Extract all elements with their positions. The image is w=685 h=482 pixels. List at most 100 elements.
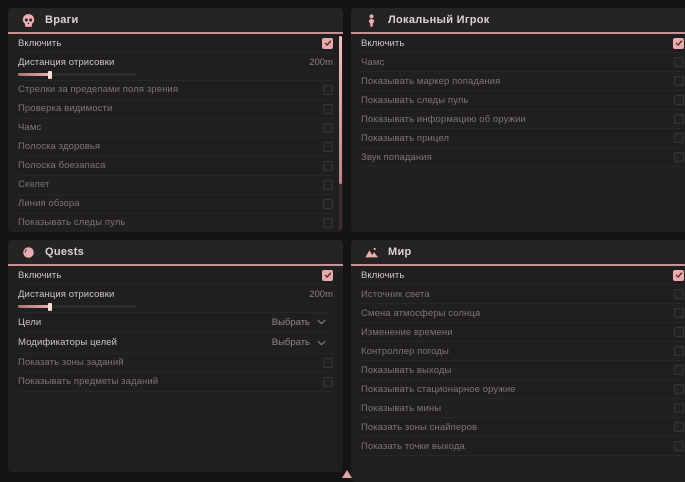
checkbox[interactable]	[674, 403, 684, 413]
checkbox[interactable]	[674, 365, 684, 375]
setting-label: Показать зоны заданий	[18, 357, 124, 368]
row-bullet-trails[interactable]: Показывать следы пуль	[18, 214, 333, 233]
setting-label: Включить	[361, 38, 404, 49]
row-chams[interactable]: Чамс	[18, 119, 333, 138]
dropdown[interactable]: Выбрать	[272, 337, 326, 348]
setting-label: Источник света	[361, 289, 430, 300]
row-sniper-zones[interactable]: Показать зоны снайперов	[361, 418, 684, 437]
row-render-distance[interactable]: Дистанция отрисовки200m	[18, 53, 333, 81]
checkbox[interactable]	[674, 384, 684, 394]
row-hit-sound[interactable]: Звук попадания	[361, 148, 684, 167]
row-weather-controller[interactable]: Контроллер погоды	[361, 342, 684, 361]
row-light-source[interactable]: Источник света	[361, 285, 684, 304]
dropdown-value: Выбрать	[272, 337, 310, 348]
checkbox[interactable]	[674, 57, 684, 67]
slider-handle[interactable]	[48, 303, 52, 311]
row-weapon-info[interactable]: Показывать информацию об оружии	[361, 110, 684, 129]
setting-label: Показывать следы пуль	[18, 217, 125, 228]
checkbox[interactable]	[323, 123, 333, 133]
panel-world: Мир Включить Источник света Смена атмосферы…	[351, 240, 685, 482]
row-hit-marker[interactable]: Показывать маркер попадания	[361, 72, 684, 91]
panel-title: Враги	[45, 14, 79, 26]
row-time-change[interactable]: Изменение времени	[361, 323, 684, 342]
setting-label: Показывать выходы	[361, 365, 451, 376]
scrollbar[interactable]	[339, 36, 342, 230]
slider-track[interactable]	[18, 73, 136, 76]
checkbox[interactable]	[322, 270, 333, 281]
checkbox[interactable]	[674, 308, 684, 318]
checkbox[interactable]	[674, 95, 684, 105]
slider-label-row: Дистанция отрисовки200m	[18, 288, 333, 300]
row-skeleton[interactable]: Скелет	[18, 176, 333, 195]
checkbox[interactable]	[674, 422, 684, 432]
checkbox[interactable]	[323, 358, 333, 368]
row-health-bar[interactable]: Полоска здоровья	[18, 138, 333, 157]
row-enable[interactable]: Включить	[361, 266, 684, 285]
setting-label: Показывать прицел	[361, 133, 449, 144]
row-render-distance[interactable]: Дистанция отрисовки200m	[18, 285, 333, 313]
dropdown-value: Выбрать	[272, 317, 310, 328]
panel-header: Мир	[351, 240, 685, 266]
checkbox[interactable]	[323, 161, 333, 171]
checkbox[interactable]	[674, 133, 684, 143]
row-mines[interactable]: Показывать мины	[361, 399, 684, 418]
slider-track[interactable]	[18, 305, 136, 308]
scrollbar-thumb[interactable]	[339, 36, 342, 184]
row-visibility-check[interactable]: Проверка видимости	[18, 100, 333, 119]
row-enable[interactable]: Включить	[361, 34, 684, 53]
row-targets[interactable]: ЦелиВыбрать	[18, 313, 333, 334]
row-enable[interactable]: Включить	[18, 266, 333, 285]
setting-label: Чамс	[18, 122, 41, 133]
setting-label: Включить	[361, 270, 404, 281]
cheat-menu-window: Враги Включить Дистанция отрисовки200m Стре…	[0, 0, 685, 482]
setting-label: Полоска здоровья	[18, 141, 100, 152]
checkbox[interactable]	[674, 76, 684, 86]
panel-title: Quests	[45, 246, 84, 258]
dropdown[interactable]: Выбрать	[272, 317, 326, 328]
row-quest-items[interactable]: Показывать предметы заданий	[18, 373, 333, 392]
checkbox[interactable]	[674, 289, 684, 299]
checkbox[interactable]	[674, 327, 684, 337]
checkbox[interactable]	[323, 180, 333, 190]
row-exit-points[interactable]: Показать точки выхода	[361, 437, 684, 456]
checkbox[interactable]	[674, 346, 684, 356]
checkbox[interactable]	[323, 104, 333, 114]
checkbox[interactable]	[323, 85, 333, 95]
setting-label: Показывать следы пуль	[361, 95, 468, 106]
checkbox[interactable]	[323, 218, 333, 228]
row-offscreen-arrows[interactable]: Стрелки за пределами поля зрения	[18, 81, 333, 100]
setting-label: Показывать маркер попадания	[361, 76, 500, 87]
checkbox[interactable]	[322, 38, 333, 49]
row-sun-atmosphere[interactable]: Смена атмосферы солнца	[361, 304, 684, 323]
slider-fill	[18, 73, 50, 76]
panel-header: Враги	[8, 8, 343, 34]
checkbox[interactable]	[673, 38, 684, 49]
setting-label: Модификаторы целей	[18, 337, 117, 348]
panel-quests: Quests Включить Дистанция отрисовки200m Цел…	[8, 240, 343, 472]
slider-handle[interactable]	[48, 71, 52, 79]
checkbox[interactable]	[323, 377, 333, 387]
setting-label: Стрелки за пределами поля зрения	[18, 84, 178, 95]
setting-label: Показать зоны снайперов	[361, 422, 477, 433]
row-enable[interactable]: Включить	[18, 34, 333, 53]
row-target-modifiers[interactable]: Модификаторы целей Выбрать	[18, 333, 333, 354]
chevron-down-icon	[317, 319, 326, 325]
row-bullet-trails[interactable]: Показывать следы пуль	[361, 91, 684, 110]
row-crosshair[interactable]: Показывать прицел	[361, 129, 684, 148]
person-icon	[364, 13, 379, 28]
row-view-line[interactable]: Линия обзора	[18, 195, 333, 214]
slider-label-row: Дистанция отрисовки200m	[18, 56, 333, 68]
row-stationary-weapons[interactable]: Показывать стационарное оружие	[361, 380, 684, 399]
checkbox[interactable]	[674, 114, 684, 124]
checkbox[interactable]	[674, 441, 684, 451]
checkbox[interactable]	[323, 142, 333, 152]
row-chams[interactable]: Чамс	[361, 53, 684, 72]
checkbox[interactable]	[323, 199, 333, 209]
checkbox[interactable]	[674, 152, 684, 162]
setting-label: Изменение времени	[361, 327, 453, 338]
checkbox[interactable]	[673, 270, 684, 281]
row-ammo-bar[interactable]: Полоска боезапаса	[18, 157, 333, 176]
setting-label: Показывать стационарное оружие	[361, 384, 516, 395]
row-quest-zones[interactable]: Показать зоны заданий	[18, 354, 333, 373]
row-exits[interactable]: Показывать выходы	[361, 361, 684, 380]
